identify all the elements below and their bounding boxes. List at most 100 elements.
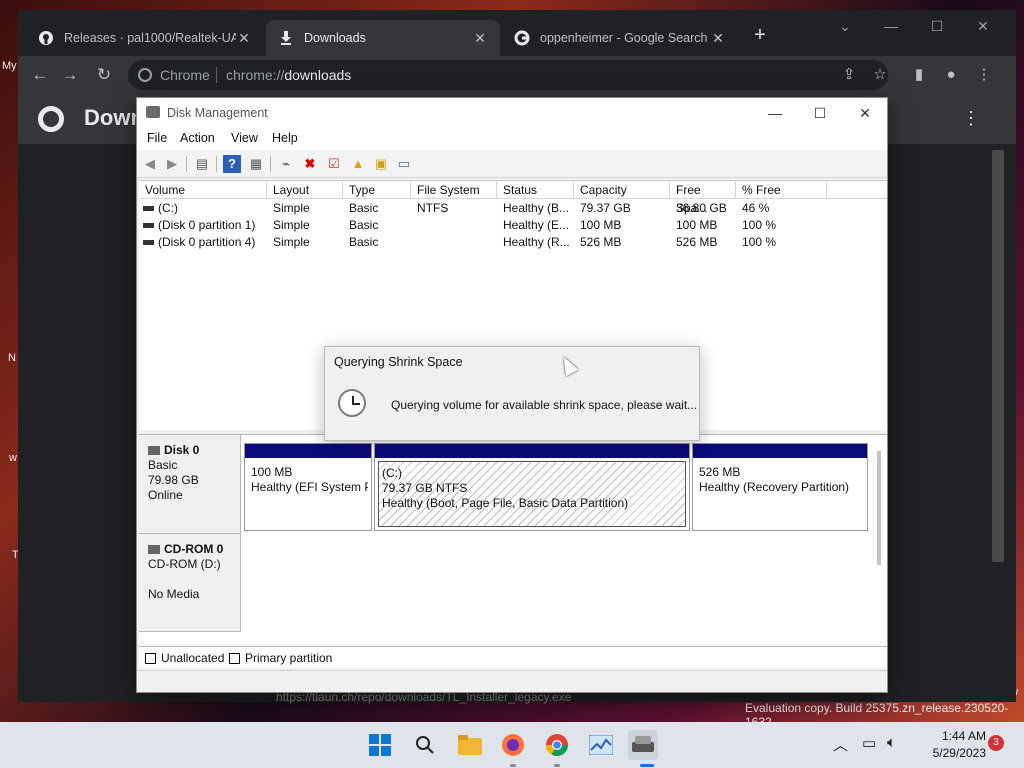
desktop-icon-label[interactable]: N: [8, 352, 16, 364]
forward-arrow-icon[interactable]: ▶: [163, 155, 181, 173]
menu-view[interactable]: View: [231, 131, 258, 145]
system-monitor-icon[interactable]: [586, 730, 616, 760]
close-icon[interactable]: ✕: [960, 14, 1006, 38]
omnibox-url[interactable]: chrome://downloads: [226, 67, 351, 83]
minimize-icon[interactable]: —: [868, 14, 914, 38]
tab-strip: Releases · pal1000/Realtek-UAD- ✕ Downlo…: [18, 10, 1016, 56]
partition-status: Healthy (EFI System P: [251, 480, 368, 494]
bookmark-star-icon[interactable]: ☆: [869, 64, 891, 86]
profile-icon[interactable]: ●: [940, 64, 962, 86]
partition-efi[interactable]: 100 MB Healthy (EFI System P: [244, 443, 372, 531]
partition-c[interactable]: (C:) 79.37 GB NTFS Healthy (Boot, Page F…: [374, 443, 690, 531]
search-icon[interactable]: [410, 730, 440, 760]
notification-badge[interactable]: 3: [988, 735, 1004, 751]
toolbar-divider: [216, 156, 217, 172]
tab-close-icon[interactable]: ✕: [472, 30, 488, 47]
table-row[interactable]: (Disk 0 partition 4) Simple Basic Health…: [139, 234, 887, 251]
properties-view-icon[interactable]: ▦: [247, 155, 265, 173]
toolbar-divider: [270, 156, 271, 172]
cell-capacity: 100 MB: [580, 218, 622, 232]
help-icon[interactable]: ?: [223, 155, 241, 173]
cell-status: Healthy (R...: [503, 235, 570, 249]
dialog-message: Querying volume for available shrink spa…: [391, 398, 698, 412]
cell-type: Basic: [349, 201, 379, 215]
cell-volume: (Disk 0 partition 1): [158, 218, 256, 232]
title-bar: Disk Management — ☐ ✕: [137, 98, 887, 128]
delete-icon[interactable]: ✖: [301, 155, 319, 173]
back-icon[interactable]: ←: [28, 63, 52, 87]
column-percent-free[interactable]: % Free: [736, 181, 827, 199]
column-file-system[interactable]: File System: [411, 181, 497, 199]
folder-search-icon[interactable]: ▣: [372, 155, 390, 173]
column-free-space[interactable]: Free Spa...: [670, 181, 736, 215]
disk-0-label[interactable]: Disk 0 Basic 79.98 GB Online: [139, 435, 241, 534]
tab-close-icon[interactable]: ✕: [710, 30, 726, 47]
folder-up-icon[interactable]: ▲: [349, 155, 367, 173]
start-button[interactable]: [365, 730, 395, 760]
tab-search-icon[interactable]: ⌄: [822, 14, 868, 38]
omnibox-label: Chrome: [160, 67, 210, 83]
toolbar-divider: [186, 156, 187, 172]
chrome-icon: [138, 68, 152, 82]
chevron-up-icon[interactable]: ︿: [833, 734, 848, 755]
cell-capacity: 79.37 GB: [580, 201, 631, 215]
network-icon[interactable]: ▭: [862, 734, 876, 752]
desktop-icon-label[interactable]: My: [2, 60, 17, 72]
cd-drive-icon: [148, 545, 160, 554]
cell-type: Basic: [349, 218, 379, 232]
forward-icon[interactable]: →: [58, 63, 82, 87]
show-hide-tree-icon[interactable]: ▤: [193, 155, 211, 173]
volume-icon[interactable]: 🔈︎: [887, 734, 896, 751]
tab-title: Downloads: [304, 31, 366, 45]
menu-file[interactable]: File: [147, 131, 167, 145]
page-scrollbar[interactable]: [992, 150, 1004, 562]
system-clock[interactable]: 1:44 AM 5/29/2023: [912, 728, 986, 762]
new-tab-button[interactable]: +: [748, 24, 772, 48]
maximize-icon[interactable]: ☐: [914, 14, 960, 38]
menu-icon[interactable]: ⋮: [973, 64, 995, 86]
desktop-icon-label[interactable]: w: [9, 452, 17, 464]
check-icon[interactable]: ☑: [325, 155, 343, 173]
partition-recovery[interactable]: 526 MB Healthy (Recovery Partition): [692, 443, 868, 531]
toolbar: ◀ ▶ ▤ ? ▦ ⌁ ✖ ☑ ▲ ▣ ▭: [137, 150, 887, 178]
back-arrow-icon[interactable]: ◀: [141, 155, 159, 173]
cell-status: Healthy (E...: [503, 218, 570, 232]
tab-releases[interactable]: Releases · pal1000/Realtek-UAD- ✕: [26, 20, 264, 56]
disk-management-icon: [146, 106, 160, 118]
cell-volume: (Disk 0 partition 4): [158, 235, 256, 249]
tab-downloads[interactable]: Downloads ✕: [266, 20, 500, 56]
connect-drive-icon[interactable]: ⌁: [277, 155, 295, 173]
chrome-icon[interactable]: [542, 730, 572, 760]
taskbar: ︿ ▭ 🔈︎ 1:44 AM 5/29/2023 3: [0, 722, 1024, 768]
column-status[interactable]: Status: [497, 181, 574, 199]
file-explorer-icon[interactable]: [455, 730, 485, 760]
column-volume[interactable]: Volume: [139, 181, 267, 199]
tab-close-icon[interactable]: ✕: [236, 30, 252, 47]
omnibox-divider: [216, 67, 217, 83]
column-layout[interactable]: Layout: [267, 181, 343, 199]
firefox-icon[interactable]: [498, 730, 528, 760]
cdrom-0-label[interactable]: CD-ROM 0 CD-ROM (D:) No Media: [139, 534, 241, 632]
disk-list-icon[interactable]: ▭: [395, 155, 413, 173]
column-capacity[interactable]: Capacity: [574, 181, 670, 199]
address-bar[interactable]: Chrome chrome://downloads: [128, 60, 888, 90]
legend-swatch-unallocated: [145, 653, 156, 664]
window-title: Disk Management: [167, 106, 268, 120]
tab-google-search[interactable]: oppenheimer - Google Search ✕: [502, 20, 738, 56]
maximize-icon[interactable]: ☐: [805, 103, 835, 123]
menu-help[interactable]: Help: [272, 131, 298, 145]
cell-percent-free: 100 %: [742, 235, 777, 249]
column-type[interactable]: Type: [343, 181, 411, 199]
graphical-view-scrollbar[interactable]: [877, 451, 881, 565]
side-panel-icon[interactable]: ▮: [908, 64, 930, 86]
reload-icon[interactable]: ↻: [92, 63, 116, 87]
minimize-icon[interactable]: —: [760, 103, 790, 123]
close-icon[interactable]: ✕: [850, 103, 880, 123]
disk-management-taskbar-icon[interactable]: [628, 730, 658, 760]
table-row[interactable]: (Disk 0 partition 1) Simple Basic Health…: [139, 217, 887, 234]
dialog-title: Querying Shrink Space: [334, 355, 463, 369]
share-icon[interactable]: ⇪: [838, 64, 860, 86]
menu-action[interactable]: Action: [180, 131, 215, 145]
table-row[interactable]: (C:) Simple Basic NTFS Healthy (B... 79.…: [139, 200, 887, 217]
more-options-icon[interactable]: ⋮: [962, 108, 980, 129]
